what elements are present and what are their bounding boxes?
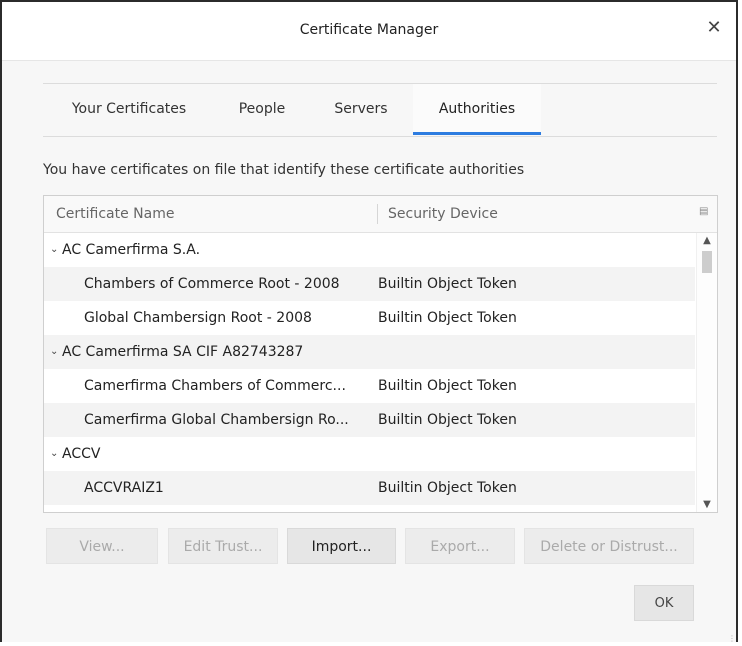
certificate-name: Chambers of Commerce Root - 2008 xyxy=(84,276,340,292)
certificate-manager-dialog: Certificate Manager ✕ Your Certificates … xyxy=(0,0,738,643)
tree-group-row[interactable]: ⌄ AC Camerfirma S.A. xyxy=(44,233,695,267)
tab-bar: Your Certificates People Servers Authori… xyxy=(43,83,717,137)
security-device: Builtin Object Token xyxy=(378,276,517,292)
group-label: AC Camerfirma S.A. xyxy=(62,242,201,258)
view-button-label: View... xyxy=(79,539,125,555)
close-icon: ✕ xyxy=(706,17,722,38)
certificate-name: Camerfirma Chambers of Commerc... xyxy=(84,378,346,394)
window-title: Certificate Manager xyxy=(299,22,439,38)
ok-button[interactable]: OK xyxy=(634,585,694,621)
column-separator[interactable] xyxy=(377,204,378,224)
view-button[interactable]: View... xyxy=(46,528,158,564)
tree-scrollbar[interactable]: ▲ ▼ xyxy=(696,233,717,512)
ok-button-label: OK xyxy=(654,596,674,611)
resize-grip-icon[interactable]: ⋮ xyxy=(728,634,736,643)
description-text: You have certificates on file that ident… xyxy=(43,162,525,178)
tree-item-row[interactable]: Global Chambersign Root - 2008 Builtin O… xyxy=(44,301,695,335)
import-button-label: Import... xyxy=(311,539,372,555)
security-device: Builtin Object Token xyxy=(378,378,517,394)
tab-authorities[interactable]: Authorities xyxy=(413,84,541,135)
security-device: Builtin Object Token xyxy=(378,412,517,428)
column-header-security-device[interactable]: Security Device xyxy=(388,206,498,222)
import-button[interactable]: Import... xyxy=(287,528,396,564)
tab-servers[interactable]: Servers xyxy=(309,84,413,135)
tree-group-row[interactable]: ⌄ AC Camerfirma SA CIF A82743287 xyxy=(44,335,695,369)
tree-group-row[interactable]: ⌄ ACCV xyxy=(44,437,695,471)
delete-or-distrust-button[interactable]: Delete or Distrust... xyxy=(524,528,694,564)
scroll-down-icon[interactable]: ▼ xyxy=(697,499,717,510)
export-button[interactable]: Export... xyxy=(405,528,515,564)
tree-item-row[interactable]: Camerfirma Chambers of Commerc... Builti… xyxy=(44,369,695,403)
title-bar: Certificate Manager ✕ xyxy=(2,2,736,61)
edit-trust-button[interactable]: Edit Trust... xyxy=(168,528,278,564)
certificate-name: ACCVRAIZ1 xyxy=(84,480,164,496)
group-label: ACCV xyxy=(62,446,101,462)
certificate-name: Global Chambersign Root - 2008 xyxy=(84,310,312,326)
chevron-down-icon[interactable]: ⌄ xyxy=(50,335,58,369)
chevron-down-icon[interactable]: ⌄ xyxy=(50,437,58,471)
column-header-certificate-name[interactable]: Certificate Name xyxy=(56,206,174,222)
certificate-name: Camerfirma Global Chambersign Ro... xyxy=(84,412,349,428)
tree-item-row[interactable]: Chambers of Commerce Root - 2008 Builtin… xyxy=(44,267,695,301)
security-device: Builtin Object Token xyxy=(378,480,517,496)
export-button-label: Export... xyxy=(430,539,490,555)
scroll-up-icon[interactable]: ▲ xyxy=(697,235,717,246)
tree-rows: ⌄ AC Camerfirma S.A. Chambers of Commerc… xyxy=(44,233,695,505)
certificate-tree: Certificate Name Security Device ▤ ⌄ AC … xyxy=(43,195,718,513)
tree-header: Certificate Name Security Device ▤ xyxy=(44,196,717,233)
close-button[interactable]: ✕ xyxy=(702,16,726,40)
column-picker-icon[interactable]: ▤ xyxy=(699,206,711,218)
tab-your-certificates[interactable]: Your Certificates xyxy=(43,84,215,135)
tree-item-row[interactable]: Camerfirma Global Chambersign Ro... Buil… xyxy=(44,403,695,437)
edit-trust-button-label: Edit Trust... xyxy=(183,539,263,555)
security-device: Builtin Object Token xyxy=(378,310,517,326)
delete-or-distrust-button-label: Delete or Distrust... xyxy=(540,539,678,555)
tree-item-row[interactable]: ACCVRAIZ1 Builtin Object Token xyxy=(44,471,695,505)
chevron-down-icon[interactable]: ⌄ xyxy=(50,233,58,267)
group-label: AC Camerfirma SA CIF A82743287 xyxy=(62,344,304,360)
scroll-thumb[interactable] xyxy=(702,251,712,273)
tab-people[interactable]: People xyxy=(215,84,309,135)
